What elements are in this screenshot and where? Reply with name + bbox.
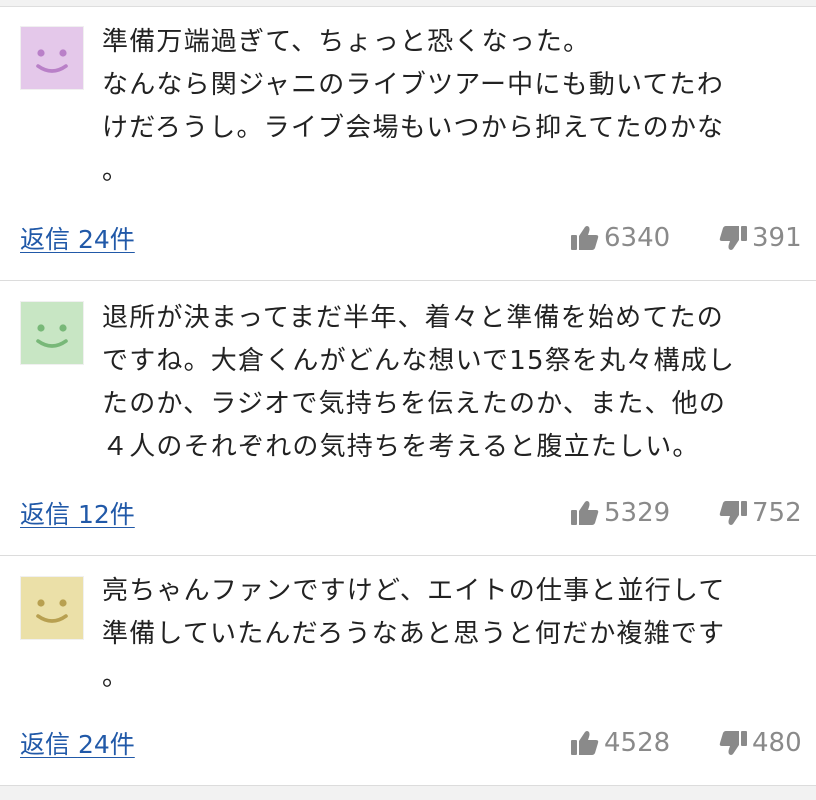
comment-line: ４人のそれぞれの気持ちを考えると腹立たしい。 (102, 432, 700, 462)
reply-count: 12件 (77, 500, 135, 529)
thumbs-up-icon (571, 501, 599, 525)
reply-count: 24件 (77, 730, 135, 759)
dislike-count: 480 (752, 728, 802, 758)
dislike-button[interactable]: 480 (718, 726, 802, 760)
reply-label: 返信 (20, 225, 71, 254)
dislike-button[interactable]: 391 (718, 221, 802, 255)
comment-line: 退所が決まってまだ半年、着々と準備を始めてたの (102, 303, 724, 333)
reply-count: 24件 (77, 225, 135, 254)
avatar (20, 26, 84, 90)
like-count: 4528 (604, 728, 671, 758)
comment-line: 亮ちゃんファンですけど、エイトの仕事と並行して (102, 576, 726, 606)
comment-line: 準備していたんだろうなあと思うと何だか複雑です (102, 619, 726, 649)
reply-label: 返信 (20, 500, 71, 529)
thumbs-up-icon (571, 731, 599, 755)
comment-line: なんなら関ジャニのライブツアー中にも動いてたわ (102, 70, 724, 100)
comment-line: 準備万端過ぎて、ちょっと恐くなった。 (102, 27, 591, 57)
like-button[interactable]: 6340 (570, 221, 670, 255)
like-button[interactable]: 4528 (570, 726, 670, 760)
thumbs-down-icon (719, 501, 747, 525)
smiley-face-icon (21, 27, 83, 89)
dislike-count: 752 (752, 498, 802, 528)
comment-list: 準備万端過ぎて、ちょっと恐くなった。 なんなら関ジャニのライブツアー中にも動いて… (0, 0, 816, 800)
comment-line: 。 (102, 156, 130, 186)
comment-line: ですね。大倉くんがどんな想いで15祭を丸々構成し (102, 346, 736, 376)
reply-link[interactable]: 返信 24件 (20, 728, 135, 762)
comment-line: たのか、ラジオで気持ちを伝えたのか、また、他の (102, 389, 727, 419)
like-count: 5329 (604, 498, 671, 528)
comment-text: 亮ちゃんファンですけど、エイトの仕事と並行して 準備していたんだろうなあと思うと… (102, 570, 802, 699)
dislike-count: 391 (752, 223, 802, 253)
top-divider (0, 0, 816, 7)
comment-text: 退所が決まってまだ半年、着々と準備を始めてたの ですね。大倉くんがどんな想いで1… (102, 297, 802, 469)
reply-label: 返信 (20, 730, 71, 759)
like-button[interactable]: 5329 (570, 496, 670, 530)
thumbs-down-icon (719, 226, 747, 250)
comment-item: 亮ちゃんファンですけど、エイトの仕事と並行して 準備していたんだろうなあと思うと… (0, 556, 816, 786)
reply-link[interactable]: 返信 24件 (20, 223, 135, 257)
comment-line: けだろうし。ライブ会場もいつから抑えてたのかな (102, 113, 725, 143)
comment-line: 。 (102, 662, 130, 692)
thumbs-down-icon (719, 731, 747, 755)
like-count: 6340 (604, 223, 671, 253)
smiley-face-icon (21, 302, 83, 364)
avatar (20, 301, 84, 365)
bottom-divider (0, 786, 816, 800)
dislike-button[interactable]: 752 (718, 496, 802, 530)
comment-text: 準備万端過ぎて、ちょっと恐くなった。 なんなら関ジャニのライブツアー中にも動いて… (102, 21, 802, 193)
comment-item: 退所が決まってまだ半年、着々と準備を始めてたの ですね。大倉くんがどんな想いで1… (0, 281, 816, 556)
reply-link[interactable]: 返信 12件 (20, 498, 135, 532)
comment-item: 準備万端過ぎて、ちょっと恐くなった。 なんなら関ジャニのライブツアー中にも動いて… (0, 7, 816, 281)
avatar (20, 576, 84, 640)
thumbs-up-icon (571, 226, 599, 250)
smiley-face-icon (21, 577, 83, 639)
